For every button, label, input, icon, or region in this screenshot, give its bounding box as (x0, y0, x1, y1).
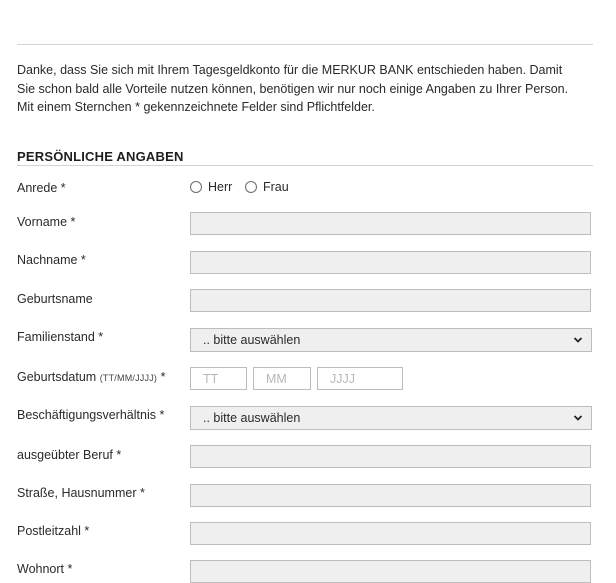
section-title: PERSÖNLICHE ANGABEN (17, 149, 184, 164)
radio-herr-label: Herr (208, 180, 233, 194)
birth-day-placeholder: TT (203, 372, 219, 386)
beschaeftigung-select[interactable]: .. bitte auswählen (190, 406, 592, 430)
vorname-label: Vorname * (17, 215, 76, 229)
nachname-input[interactable] (190, 251, 591, 274)
familienstand-label: Familienstand * (17, 330, 104, 344)
intro-line-2: Sie schon bald alle Vorteile nutzen könn… (17, 81, 569, 96)
chevron-down-icon (573, 337, 583, 343)
birth-month-input[interactable]: MM (253, 367, 311, 390)
wohnort-input[interactable] (190, 560, 591, 583)
intro-line-3: Mit einem Sternchen * gekennzeichnete Fe… (17, 100, 375, 114)
familienstand-select[interactable]: .. bitte auswählen (190, 328, 592, 352)
geburtsname-input[interactable] (190, 289, 591, 312)
top-divider (17, 44, 593, 45)
radio-herr[interactable]: Herr (190, 180, 232, 194)
geburtsdatum-format-hint: (TT/MM/JJJJ) (99, 373, 158, 383)
birth-year-placeholder: JJJJ (330, 372, 355, 386)
geburtsdatum-label: Geburtsdatum (TT/MM/JJJJ) * (17, 370, 165, 384)
radio-circle-icon[interactable] (190, 181, 202, 193)
strasse-label: Straße, Hausnummer * (17, 486, 145, 500)
chevron-down-icon (573, 415, 583, 421)
beruf-input[interactable] (190, 445, 591, 468)
birth-month-placeholder: MM (266, 372, 287, 386)
beschaeftigung-selected: .. bitte auswählen (203, 411, 301, 425)
plz-input[interactable] (190, 522, 591, 545)
birth-year-input[interactable]: JJJJ (317, 367, 403, 390)
anrede-label: Anrede * (17, 181, 66, 195)
geburtsdatum-required-mark: * (157, 370, 166, 384)
wohnort-label: Wohnort * (17, 562, 73, 576)
beschaeftigung-label: Beschäftigungsverhältnis * (17, 408, 165, 422)
intro-text: Danke, dass Sie sich mit Ihrem Tagesgeld… (17, 61, 597, 117)
nachname-label: Nachname * (17, 253, 86, 267)
vorname-input[interactable] (190, 212, 591, 235)
radio-circle-icon[interactable] (245, 181, 257, 193)
beruf-label: ausgeübter Beruf * (17, 448, 122, 462)
radio-frau[interactable]: Frau (245, 180, 289, 194)
birth-day-input[interactable]: TT (190, 367, 247, 390)
geburtsdatum-label-text: Geburtsdatum (17, 370, 97, 384)
radio-frau-label: Frau (263, 180, 289, 194)
section-divider (17, 165, 593, 166)
strasse-input[interactable] (190, 484, 591, 507)
geburtsname-label: Geburtsname (17, 292, 93, 306)
intro-line-1: Danke, dass Sie sich mit Ihrem Tagesgeld… (17, 63, 563, 77)
plz-label: Postleitzahl * (17, 524, 90, 538)
familienstand-selected: .. bitte auswählen (203, 333, 301, 347)
